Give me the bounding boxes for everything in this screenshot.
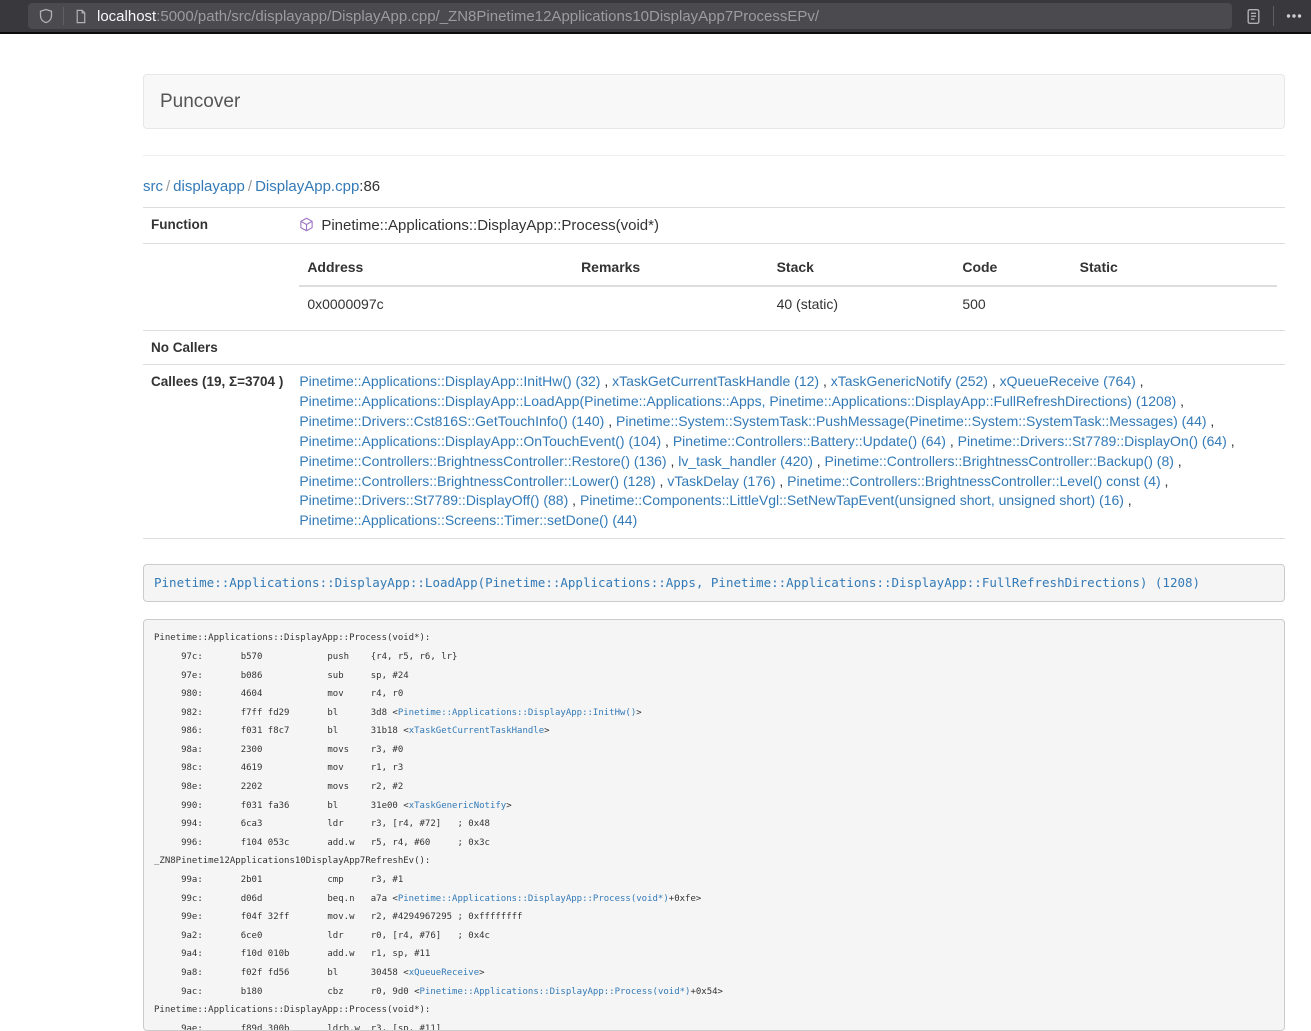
callee-link[interactable]: Pinetime::Applications::DisplayApp::Init… <box>299 373 600 389</box>
callee-link[interactable]: Pinetime::System::SystemTask::PushMessag… <box>616 413 1207 429</box>
col-code: Code <box>954 251 1071 286</box>
callee-link[interactable]: Pinetime::Controllers::BrightnessControl… <box>787 473 1160 489</box>
loadapp-link[interactable]: Pinetime::Applications::DisplayApp::Load… <box>154 575 1200 590</box>
browser-toolbar: localhost:5000/path/src/displayapp/Displ… <box>0 0 1311 34</box>
callee-link[interactable]: Pinetime::Applications::DisplayApp::OnTo… <box>299 433 661 449</box>
callee-link[interactable]: xTaskGetCurrentTaskHandle (12) <box>612 373 819 389</box>
remarks-value <box>573 286 769 323</box>
metrics-header-row: Address Remarks Stack Code Static <box>299 251 1277 286</box>
breadcrumb-line-number: :86 <box>359 178 380 195</box>
static-value <box>1072 286 1277 323</box>
breadcrumb-separator: / <box>163 178 173 195</box>
callee-link[interactable]: Pinetime::Drivers::Cst816S::GetTouchInfo… <box>299 413 604 429</box>
callee-link[interactable]: Pinetime::Applications::DisplayApp::Load… <box>299 393 1176 409</box>
breadcrumb-src-link[interactable]: src <box>143 178 163 195</box>
breadcrumb-file-link[interactable]: DisplayApp.cpp <box>255 178 359 195</box>
puncover-header-panel: Puncover <box>143 74 1285 129</box>
disasm-symbol-link[interactable]: Pinetime::Applications::DisplayApp::Proc… <box>398 894 669 904</box>
urlbar-divider <box>63 7 64 25</box>
col-stack: Stack <box>769 251 955 286</box>
callee-link[interactable]: Pinetime::Applications::Screens::Timer::… <box>299 512 637 528</box>
cube-icon <box>299 217 314 232</box>
function-label: Function <box>143 208 291 244</box>
breadcrumb-displayapp-link[interactable]: displayapp <box>173 178 245 195</box>
callee-link[interactable]: Pinetime::Drivers::St7789::DisplayOn() (… <box>958 433 1227 449</box>
callee-link[interactable]: vTaskDelay (176) <box>667 473 775 489</box>
col-remarks: Remarks <box>573 251 769 286</box>
metrics-row: Address Remarks Stack Code Static 0x0000… <box>143 244 1285 331</box>
callee-link[interactable]: Pinetime::Components::LittleVgl::SetNewT… <box>580 492 1124 508</box>
callee-link[interactable]: xTaskGenericNotify (252) <box>831 373 988 389</box>
col-address: Address <box>299 251 573 286</box>
callee-link[interactable]: Pinetime::Controllers::BrightnessControl… <box>299 473 655 489</box>
callee-link[interactable]: xQueueReceive (764) <box>1000 373 1136 389</box>
col-static: Static <box>1072 251 1277 286</box>
metrics-label-spacer <box>143 244 291 331</box>
callee-link[interactable]: Pinetime::Drivers::St7789::DisplayOff() … <box>299 492 568 508</box>
function-name-cell: Pinetime::Applications::DisplayApp::Proc… <box>291 208 1285 244</box>
highlighted-callee-box: Pinetime::Applications::DisplayApp::Load… <box>143 564 1285 602</box>
disasm-symbol-link[interactable]: xTaskGetCurrentTaskHandle <box>409 726 544 736</box>
disasm-symbol-link[interactable]: xQueueReceive <box>409 968 479 978</box>
reader-mode-icon[interactable] <box>1245 8 1262 25</box>
stack-value: 40 (static) <box>769 286 955 323</box>
callees-row: Callees (19, Σ=3704 ) Pinetime::Applicat… <box>143 365 1285 539</box>
no-callers-cell <box>291 331 1285 365</box>
no-callers-row: No Callers <box>143 331 1285 365</box>
disassembly-listing: Pinetime::Applications::DisplayApp::Proc… <box>143 619 1285 1031</box>
disasm-symbol-link[interactable]: Pinetime::Applications::DisplayApp::Proc… <box>420 987 691 997</box>
callee-link[interactable]: Pinetime::Controllers::BrightnessControl… <box>825 453 1174 469</box>
page-icon[interactable] <box>73 9 88 24</box>
no-callers-label: No Callers <box>143 331 291 365</box>
url-text: localhost:5000/path/src/displayapp/Displ… <box>97 8 819 25</box>
callee-link[interactable]: lv_task_handler (420) <box>678 453 813 469</box>
disasm-symbol-link[interactable]: xTaskGenericNotify <box>409 801 507 811</box>
app-title: Puncover <box>160 91 240 113</box>
code-value: 500 <box>954 286 1071 323</box>
function-row: Function Pinetime::Applications::Display… <box>143 208 1285 244</box>
callees-list: Pinetime::Applications::DisplayApp::Init… <box>291 365 1285 539</box>
callee-link[interactable]: Pinetime::Controllers::Battery::Update()… <box>673 433 946 449</box>
divider <box>143 155 1285 156</box>
address-value: 0x0000097c <box>299 286 573 323</box>
breadcrumb-separator: / <box>245 178 255 195</box>
function-name: Pinetime::Applications::DisplayApp::Proc… <box>321 217 659 234</box>
callee-link[interactable]: Pinetime::Controllers::BrightnessControl… <box>299 453 666 469</box>
toolbar-divider <box>1273 6 1274 26</box>
breadcrumb: src/displayapp/DisplayApp.cpp:86 <box>143 178 1285 195</box>
metrics-value-row: 0x0000097c 40 (static) 500 <box>299 286 1277 323</box>
url-host: localhost <box>97 8 156 25</box>
metrics-table: Address Remarks Stack Code Static 0x0000… <box>299 251 1277 323</box>
page-container: Puncover src/displayapp/DisplayApp.cpp:8… <box>143 74 1285 1031</box>
shield-icon[interactable] <box>38 8 54 24</box>
metrics-cell: Address Remarks Stack Code Static 0x0000… <box>291 244 1285 331</box>
disasm-symbol-link[interactable]: Pinetime::Applications::DisplayApp::Init… <box>398 708 636 718</box>
url-path: :5000/path/src/displayapp/DisplayApp.cpp… <box>156 8 819 25</box>
function-info-table: Function Pinetime::Applications::Display… <box>143 207 1285 539</box>
address-bar[interactable]: localhost:5000/path/src/displayapp/Displ… <box>28 3 1232 29</box>
callees-label: Callees (19, Σ=3704 ) <box>143 365 291 539</box>
menu-dots-icon[interactable] <box>1285 8 1303 24</box>
